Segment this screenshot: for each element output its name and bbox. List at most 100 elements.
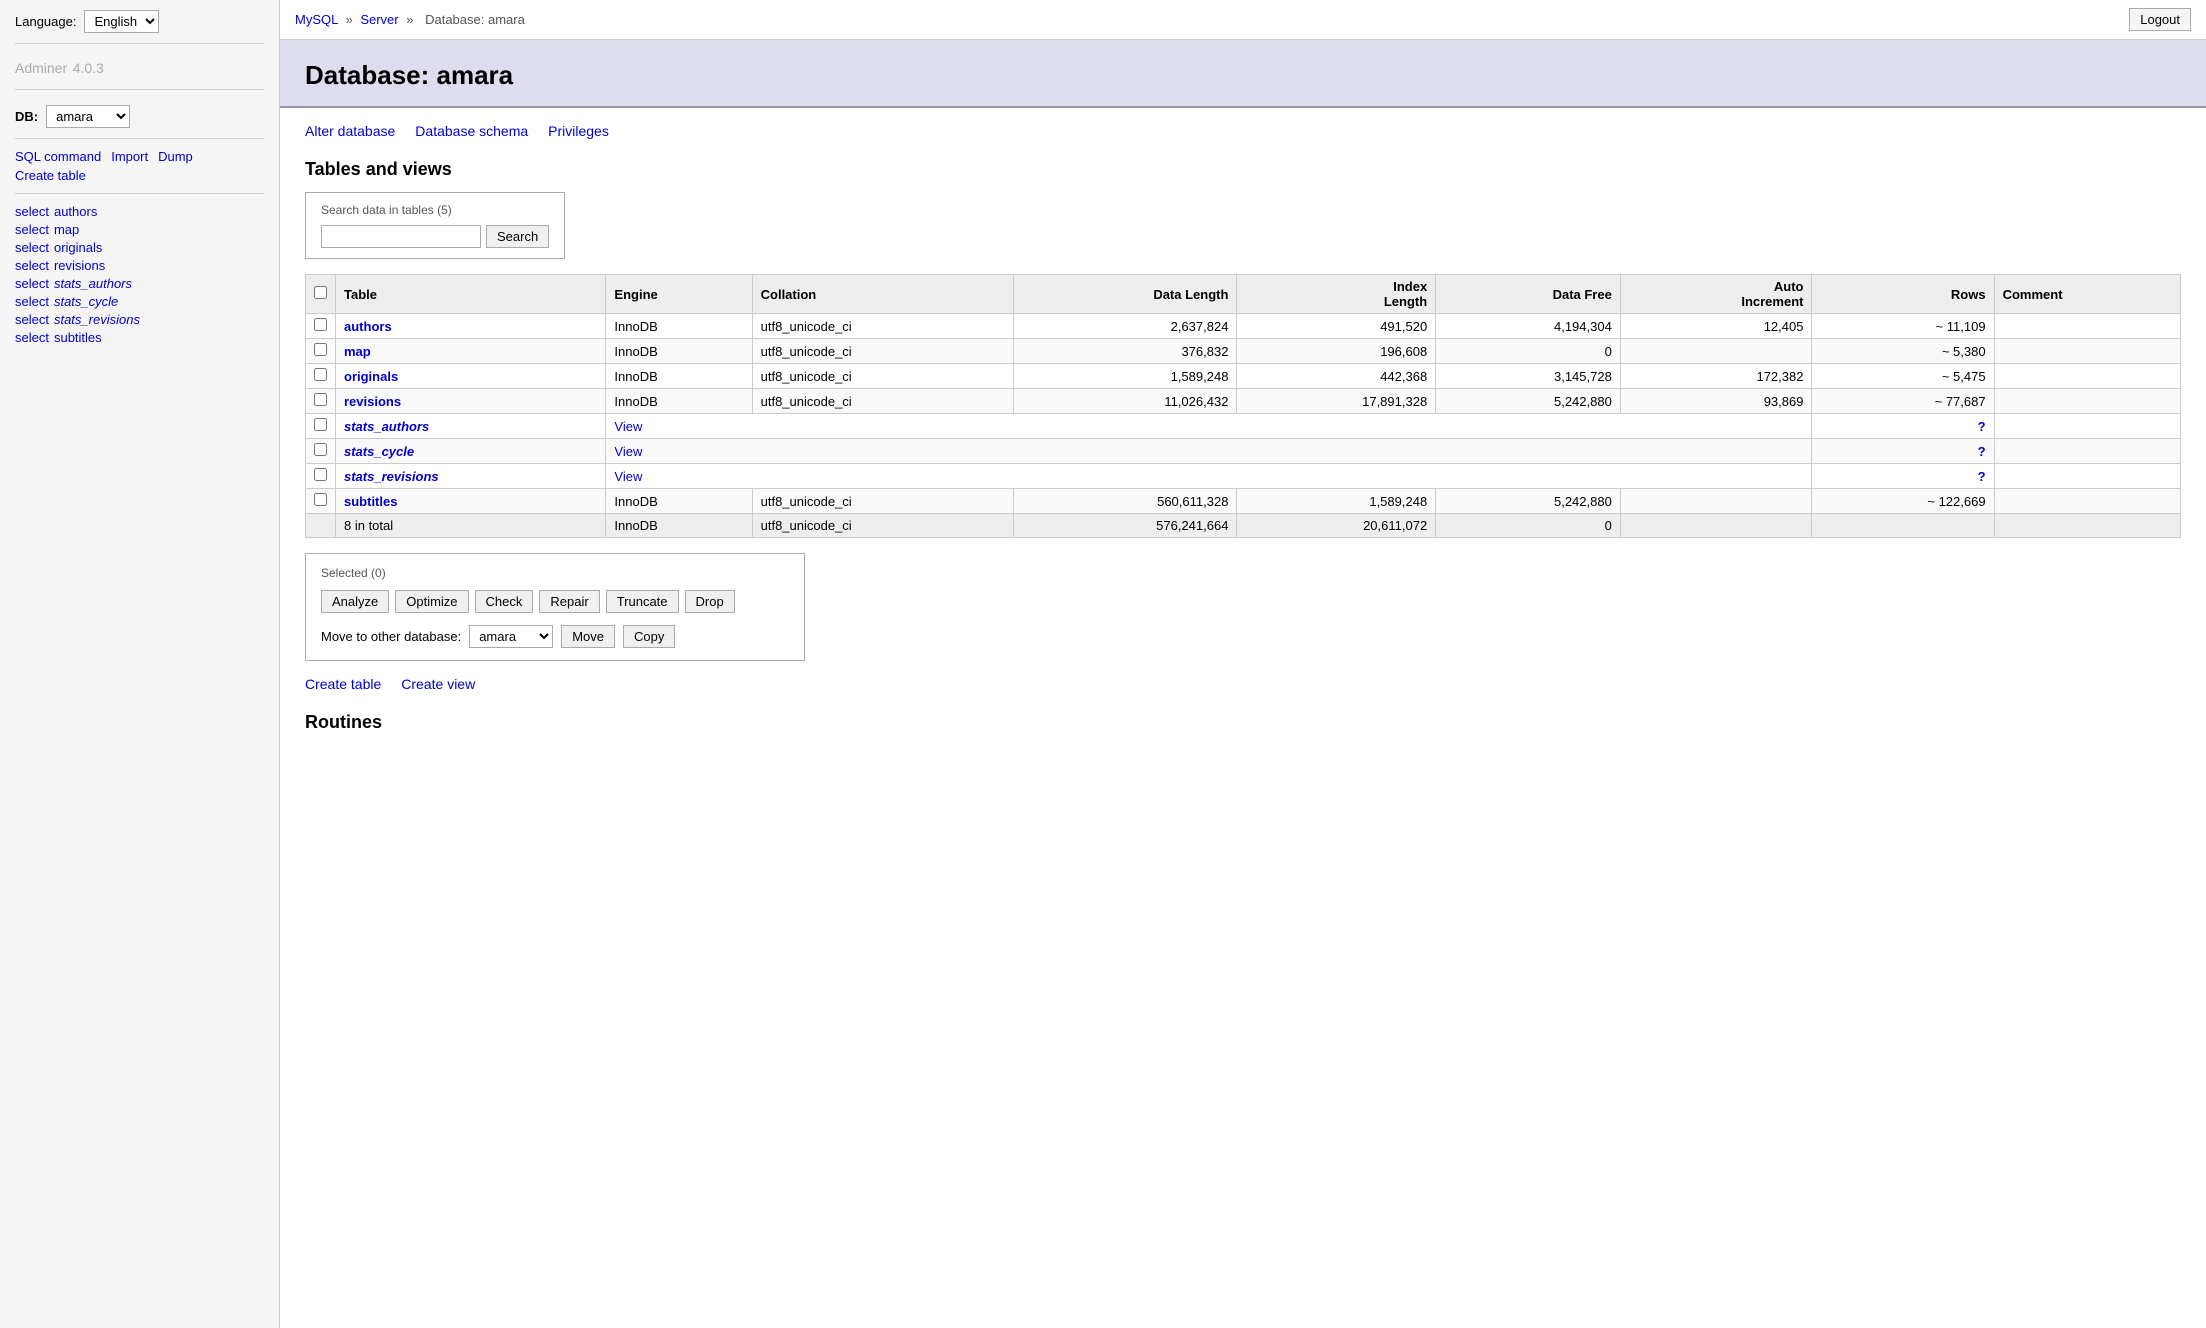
- q-link-stats-revisions[interactable]: ?: [1978, 469, 1986, 484]
- optimize-button[interactable]: Optimize: [395, 590, 468, 613]
- sidebar-table-revisions[interactable]: revisions: [54, 258, 105, 273]
- view-link-stats-revisions[interactable]: View: [614, 469, 642, 484]
- sidebar-select-originals[interactable]: select: [15, 240, 49, 255]
- sidebar-select-stats-authors[interactable]: select: [15, 276, 49, 291]
- app-logo: Adminer 4.0.3: [15, 56, 264, 90]
- logout-button[interactable]: Logout: [2129, 8, 2191, 31]
- create-table-link[interactable]: Create table: [305, 676, 381, 692]
- tables-table: Table Engine Collation Data Length Index…: [305, 274, 2181, 538]
- row-checkbox-subtitles[interactable]: [314, 493, 327, 506]
- select-all-header: [306, 275, 336, 314]
- row-checkbox-authors[interactable]: [314, 318, 327, 331]
- sidebar-select-subtitles[interactable]: select: [15, 330, 49, 345]
- sidebar-table-stats-cycle[interactable]: stats_cycle: [54, 294, 118, 309]
- selected-buttons: Analyze Optimize Check Repair Truncate D…: [321, 590, 789, 613]
- breadcrumb-server[interactable]: Server: [360, 12, 398, 27]
- col-rows: Rows: [1812, 275, 1994, 314]
- table-link-stats-authors[interactable]: stats_authors: [344, 419, 429, 434]
- row-checkbox-map[interactable]: [314, 343, 327, 356]
- breadcrumb: MySQL » Server » Database: amara: [295, 12, 529, 27]
- table-row: stats_cycle View ?: [306, 439, 2181, 464]
- row-checkbox-stats-revisions[interactable]: [314, 468, 327, 481]
- search-box: Search data in tables (5) Search: [305, 192, 565, 259]
- table-row: stats_authors View ?: [306, 414, 2181, 439]
- check-button[interactable]: Check: [475, 590, 534, 613]
- select-all-checkbox[interactable]: [314, 286, 327, 299]
- table-link-authors[interactable]: authors: [344, 319, 392, 334]
- table-link-map[interactable]: map: [344, 344, 371, 359]
- col-comment: Comment: [1994, 275, 2180, 314]
- sidebar-table-originals[interactable]: originals: [54, 240, 102, 255]
- analyze-button[interactable]: Analyze: [321, 590, 389, 613]
- repair-button[interactable]: Repair: [539, 590, 599, 613]
- sidebar-create-table[interactable]: Create table: [15, 168, 86, 183]
- main-content: MySQL » Server » Database: amara Logout …: [280, 0, 2206, 1328]
- create-view-link[interactable]: Create view: [401, 676, 475, 692]
- row-checkbox-stats-cycle[interactable]: [314, 443, 327, 456]
- col-index-length: IndexLength: [1237, 275, 1436, 314]
- table-row: subtitles InnoDB utf8_unicode_ci 560,611…: [306, 489, 2181, 514]
- move-db-select[interactable]: amara: [469, 625, 553, 648]
- tables-section-title: Tables and views: [305, 159, 2181, 180]
- table-link-subtitles[interactable]: subtitles: [344, 494, 397, 509]
- drop-button[interactable]: Drop: [685, 590, 735, 613]
- move-button[interactable]: Move: [561, 625, 615, 648]
- search-input[interactable]: [321, 225, 481, 248]
- truncate-button[interactable]: Truncate: [606, 590, 679, 613]
- row-checkbox-revisions[interactable]: [314, 393, 327, 406]
- sidebar-table-subtitles[interactable]: subtitles: [54, 330, 102, 345]
- table-link-stats-revisions[interactable]: stats_revisions: [344, 469, 439, 484]
- sidebar-select-authors[interactable]: select: [15, 204, 49, 219]
- sidebar-item-subtitles: select subtitles: [15, 330, 264, 345]
- col-engine: Engine: [606, 275, 752, 314]
- language-select[interactable]: English: [84, 10, 159, 33]
- breadcrumb-mysql[interactable]: MySQL: [295, 12, 338, 27]
- topbar: MySQL » Server » Database: amara Logout: [280, 0, 2206, 40]
- col-auto-increment: AutoIncrement: [1620, 275, 1812, 314]
- table-row: map InnoDB utf8_unicode_ci 376,832 196,6…: [306, 339, 2181, 364]
- row-checkbox-originals[interactable]: [314, 368, 327, 381]
- col-table: Table: [336, 275, 606, 314]
- table-link-stats-cycle[interactable]: stats_cycle: [344, 444, 414, 459]
- sidebar-dump[interactable]: Dump: [158, 149, 193, 164]
- sidebar-item-stats-authors: select stats_authors: [15, 276, 264, 291]
- sidebar-select-map[interactable]: select: [15, 222, 49, 237]
- table-link-revisions[interactable]: revisions: [344, 394, 401, 409]
- view-link-stats-cycle[interactable]: View: [614, 444, 642, 459]
- table-row: authors InnoDB utf8_unicode_ci 2,637,824…: [306, 314, 2181, 339]
- sidebar-select-stats-cycle[interactable]: select: [15, 294, 49, 309]
- sidebar-import[interactable]: Import: [111, 149, 148, 164]
- q-link-stats-cycle[interactable]: ?: [1978, 444, 1986, 459]
- search-button[interactable]: Search: [486, 225, 549, 248]
- q-link-stats-authors[interactable]: ?: [1978, 419, 1986, 434]
- row-checkbox-stats-authors[interactable]: [314, 418, 327, 431]
- database-schema-link[interactable]: Database schema: [415, 123, 528, 139]
- copy-button[interactable]: Copy: [623, 625, 675, 648]
- sidebar: Language: English Adminer 4.0.3 DB: amar…: [0, 0, 280, 1328]
- sidebar-item-stats-cycle: select stats_cycle: [15, 294, 264, 309]
- col-data-length: Data Length: [1014, 275, 1237, 314]
- sidebar-table-stats-revisions[interactable]: stats_revisions: [54, 312, 140, 327]
- alter-database-link[interactable]: Alter database: [305, 123, 395, 139]
- table-row: originals InnoDB utf8_unicode_ci 1,589,2…: [306, 364, 2181, 389]
- bottom-links: Create table Create view: [305, 676, 2181, 692]
- sidebar-tables: select authors select map select origina…: [15, 204, 264, 345]
- sidebar-select-stats-revisions[interactable]: select: [15, 312, 49, 327]
- privileges-link[interactable]: Privileges: [548, 123, 609, 139]
- view-link-stats-authors[interactable]: View: [614, 419, 642, 434]
- move-label: Move to other database:: [321, 629, 461, 644]
- selected-section: Selected (0) Analyze Optimize Check Repa…: [305, 553, 805, 661]
- breadcrumb-database: Database: amara: [425, 12, 525, 27]
- sidebar-table-map[interactable]: map: [54, 222, 79, 237]
- sidebar-table-stats-authors[interactable]: stats_authors: [54, 276, 132, 291]
- page-title: Database: amara: [305, 60, 2181, 91]
- db-label: DB:: [15, 109, 38, 124]
- col-collation: Collation: [752, 275, 1014, 314]
- sidebar-select-revisions[interactable]: select: [15, 258, 49, 273]
- sidebar-sql-command[interactable]: SQL command: [15, 149, 101, 164]
- page-header: Database: amara: [280, 40, 2206, 108]
- table-link-originals[interactable]: originals: [344, 369, 398, 384]
- db-select[interactable]: amara: [46, 105, 130, 128]
- sidebar-table-authors[interactable]: authors: [54, 204, 97, 219]
- sidebar-item-authors: select authors: [15, 204, 264, 219]
